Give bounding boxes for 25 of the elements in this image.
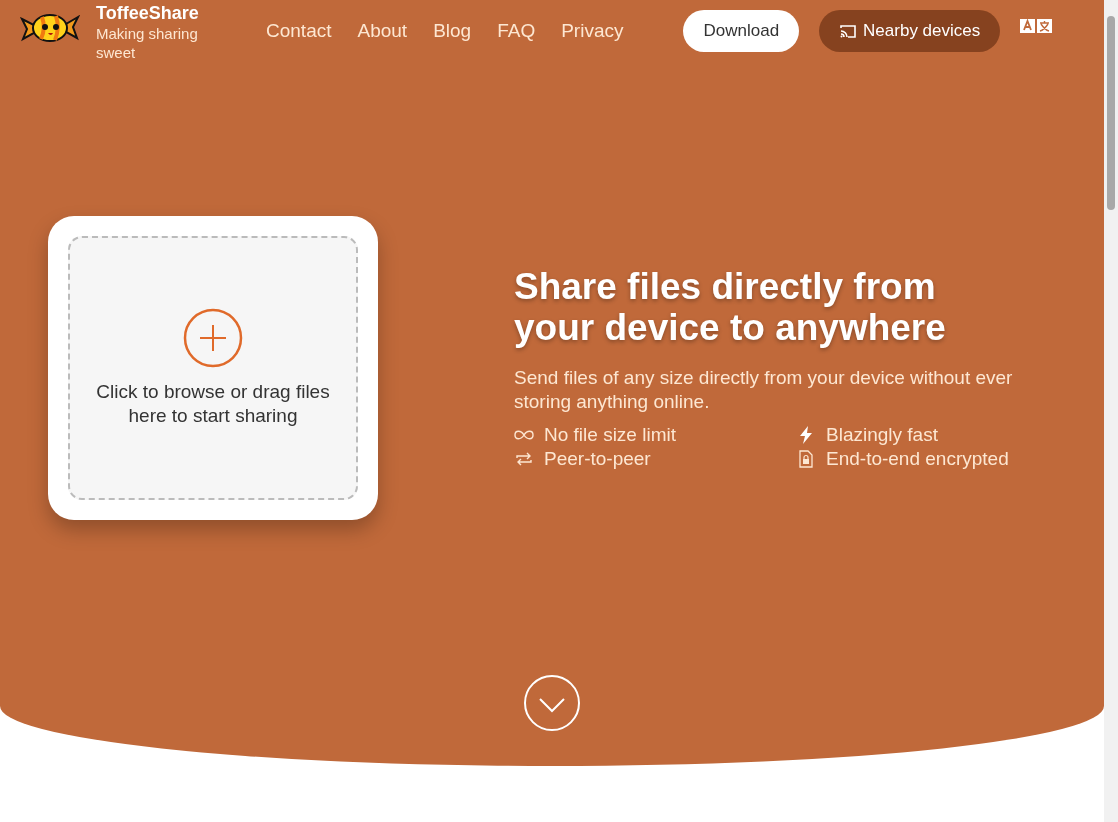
nav-link[interactable]: Blog [433,20,472,42]
nav-link[interactable]: Contact [266,20,332,42]
plus-circle-icon [183,308,243,368]
translate-icon[interactable] [1020,18,1053,34]
nav-link[interactable]: About [357,20,408,42]
scroll-down-icon[interactable] [523,674,581,732]
cast-icon [839,23,858,39]
feature-label: End-to-end encrypted [826,448,1009,470]
drop-zone-text: Click to browse or drag files here to start sharing [95,380,331,428]
feature-label: Peer-to-peer [544,448,651,470]
brand-name: ToffeeShare [96,2,200,24]
nav-link[interactable]: FAQ [497,20,536,42]
download-button[interactable]: Download [683,10,800,52]
feature-label: No file size limit [544,424,676,446]
nearby-devices-button[interactable]: Nearby devices [819,10,1001,52]
feature-label: Blazingly fast [826,424,938,446]
file-drop-zone[interactable]: Click to browse or drag files here to start sharing [68,236,358,500]
file-lock-icon [796,450,816,468]
scrollbar[interactable] [1104,0,1118,822]
nav-link[interactable]: Privacy [561,20,624,42]
hero-subtitle: Send files of any size directly from your device without ever storing anything online. [514,366,1014,414]
swap-arrows-icon [514,452,534,466]
infinity-icon [514,430,534,440]
hero-heading: Share files directly from your device to anywhere [514,266,947,348]
brand-tagline: Making sharing sweet [96,23,199,62]
